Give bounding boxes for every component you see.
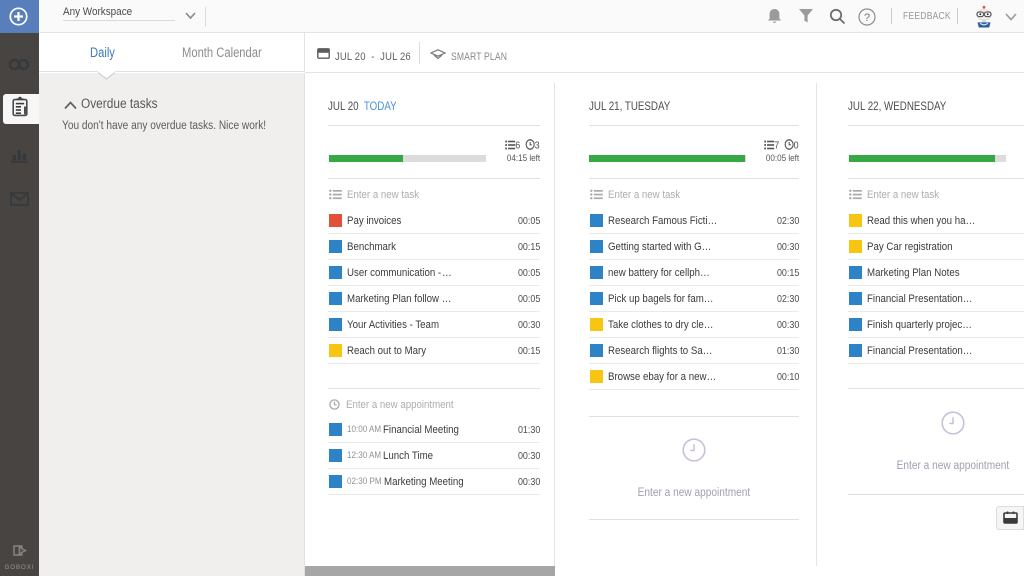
svg-text:?: ? xyxy=(864,12,870,24)
